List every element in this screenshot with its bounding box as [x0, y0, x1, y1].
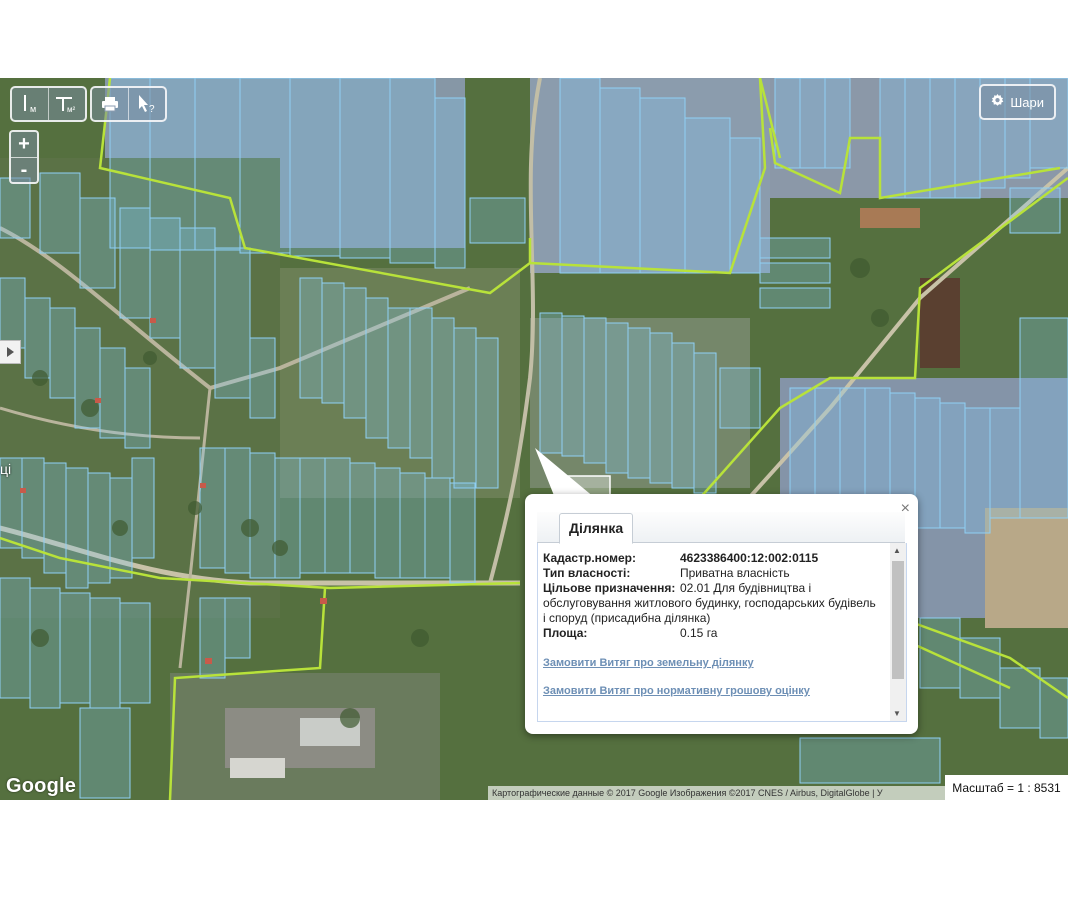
layers-label: Шари: [1010, 94, 1044, 110]
order-valuation-extract-link[interactable]: Замовити Витяг про нормативну грошову оц…: [543, 685, 881, 697]
popup-pointer: [535, 448, 595, 498]
zoom-out-button[interactable]: -: [11, 158, 37, 183]
field-area: Площа: 0.15 га: [543, 626, 718, 640]
field-cadastral-number: Кадастр.номер: 4623386400:12:002:0115: [543, 551, 819, 565]
google-logo: Google: [6, 775, 77, 797]
popup-tabs: Ділянка: [537, 512, 905, 544]
tab-parcel[interactable]: Ділянка: [559, 513, 634, 544]
parcel-info-popup: × Ділянка Кадастр.номер: 4623386400:12:0…: [525, 494, 918, 734]
gear-icon: [991, 94, 1004, 110]
scroll-thumb[interactable]: [892, 561, 904, 679]
svg-text:?: ?: [149, 104, 155, 114]
map-attribution[interactable]: Картографические данные © 2017 Google Из…: [488, 786, 946, 800]
ruler-m2-icon[interactable]: м²: [49, 88, 85, 120]
map-scale: Масштаб = 1 : 8531: [945, 775, 1068, 801]
tools-toolbar: ?: [90, 86, 167, 122]
field-ownership-type: Тип власності: Приватна власність: [543, 566, 790, 580]
measure-toolbar: м м²: [10, 86, 87, 122]
place-label-partial: ці: [0, 461, 12, 477]
popup-content[interactable]: Кадастр.номер: 4623386400:12:002:0115 Ти…: [537, 543, 907, 722]
field-purpose-continued: обслуговування житлового будинку, господ…: [543, 596, 876, 625]
scroll-up-icon[interactable]: ▲: [893, 546, 901, 555]
scroll-down-icon[interactable]: ▼: [893, 709, 901, 718]
parcel-fields: Кадастр.номер: 4623386400:12:002:0115 Ти…: [543, 551, 881, 697]
svg-text:м²: м²: [67, 105, 76, 114]
order-land-extract-link[interactable]: Замовити Витяг про земельну ділянку: [543, 657, 881, 669]
layers-button[interactable]: Шари: [979, 84, 1056, 120]
zoom-control: + -: [9, 130, 39, 184]
print-icon[interactable]: [92, 88, 129, 120]
popup-scrollbar[interactable]: ▲ ▼: [890, 543, 906, 721]
zoom-in-button[interactable]: +: [11, 132, 37, 158]
sidebar-toggle[interactable]: [0, 340, 21, 364]
info-cursor-icon[interactable]: ?: [129, 88, 165, 120]
triangle-right-icon: [7, 347, 14, 357]
field-purpose: Цільове призначення: 02.01 Для будівницт…: [543, 581, 812, 595]
ruler-m-icon[interactable]: м: [12, 88, 49, 120]
svg-text:м: м: [30, 104, 36, 114]
